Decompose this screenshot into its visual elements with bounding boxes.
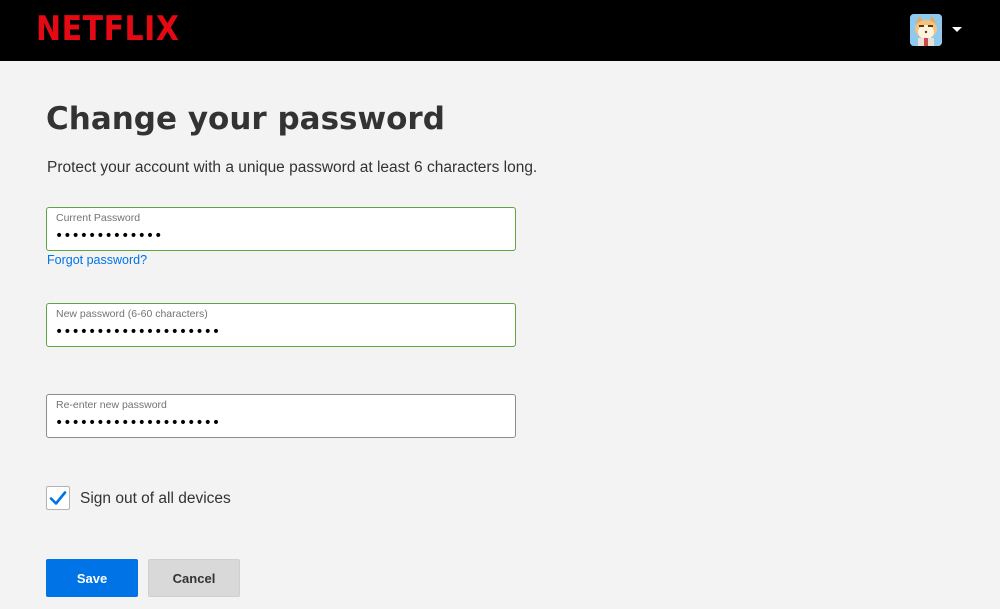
- current-password-input[interactable]: [55, 226, 495, 246]
- checkmark-icon: [49, 491, 67, 505]
- page-title: Change your password: [46, 101, 445, 137]
- cancel-button[interactable]: Cancel: [148, 559, 240, 597]
- current-password-field[interactable]: Current Password: [46, 207, 516, 251]
- new-password-field[interactable]: New password (6-60 characters): [46, 303, 516, 347]
- netflix-logo[interactable]: NETFLIX: [36, 10, 179, 49]
- caret-down-icon[interactable]: [952, 27, 962, 32]
- current-password-label: Current Password: [56, 212, 141, 224]
- top-nav-bar: NETFLIX: [0, 0, 1000, 61]
- new-password-input[interactable]: [55, 322, 495, 342]
- profile-avatar-icon[interactable]: [910, 14, 942, 46]
- confirm-password-field[interactable]: Re-enter new password: [46, 394, 516, 438]
- page-subtitle: Protect your account with a unique passw…: [47, 159, 538, 176]
- confirm-password-label: Re-enter new password: [56, 399, 167, 411]
- new-password-label: New password (6-60 characters): [56, 308, 208, 320]
- sign-out-all-label[interactable]: Sign out of all devices: [80, 490, 231, 508]
- forgot-password-link[interactable]: Forgot password?: [47, 253, 147, 267]
- sign-out-all-checkbox[interactable]: [46, 486, 70, 510]
- confirm-password-input[interactable]: [55, 413, 495, 433]
- profile-menu[interactable]: [910, 14, 965, 46]
- save-button[interactable]: Save: [46, 559, 138, 597]
